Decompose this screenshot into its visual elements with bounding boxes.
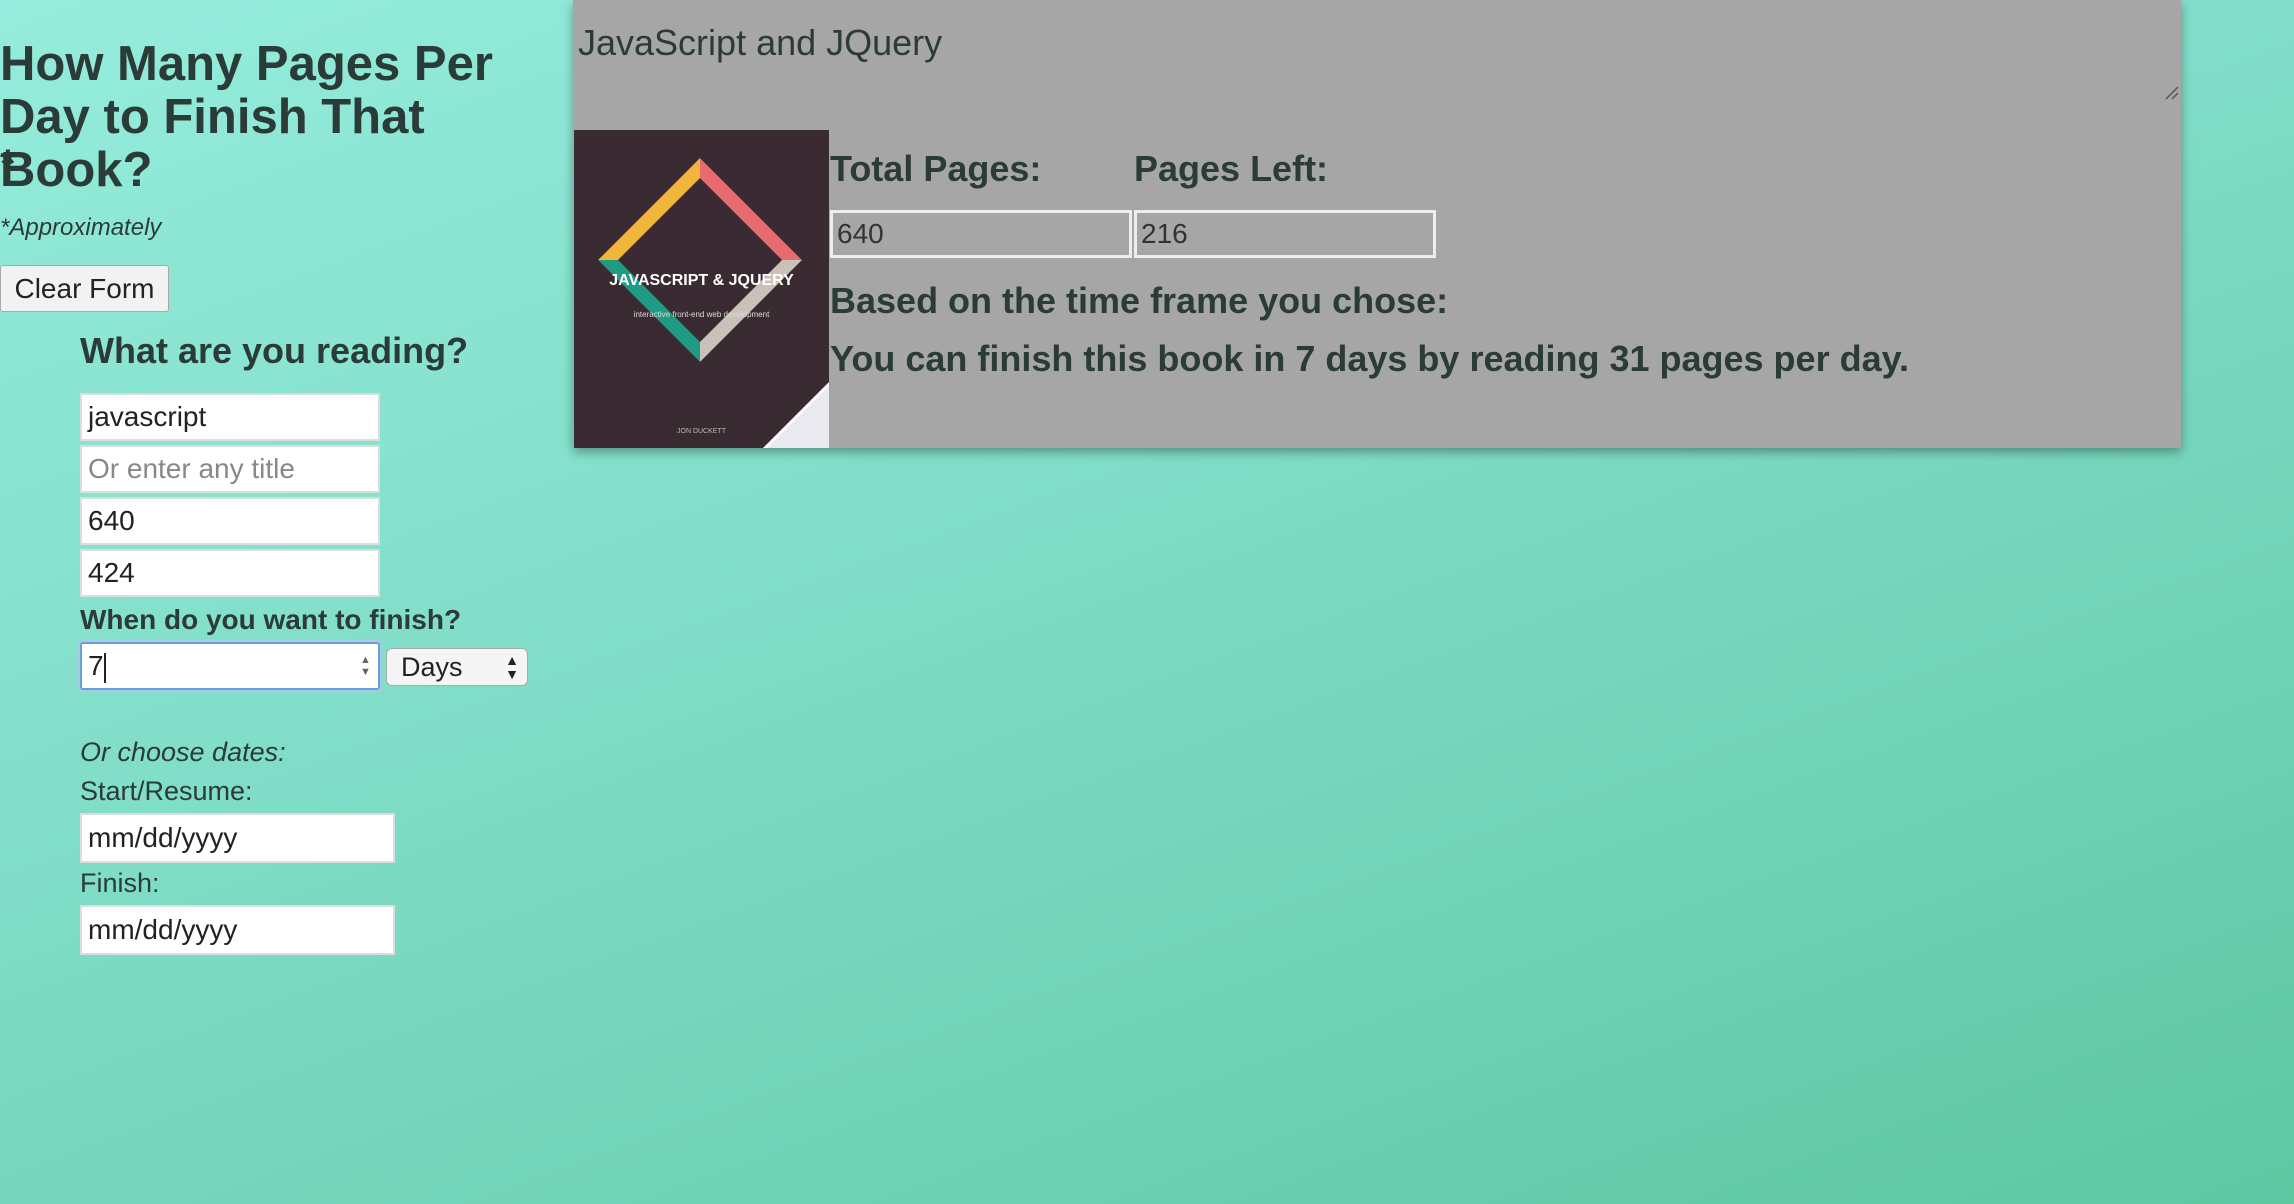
resize-handle-icon[interactable] xyxy=(2163,84,2179,100)
cover-diamond-logo xyxy=(598,158,802,362)
start-date-input[interactable]: mm/dd/yyyy xyxy=(80,813,395,863)
or-choose-dates-label: Or choose dates: xyxy=(80,737,286,767)
pages-read-input[interactable]: 424 xyxy=(80,549,380,597)
page-title: How Many Pages Per Day to Finish That Bo… xyxy=(0,37,493,197)
finish-date-input[interactable]: mm/dd/yyyy xyxy=(80,905,395,955)
page-curl-shadow xyxy=(767,386,829,448)
book-cover-image: JAVASCRIPT & JQUERY interactive front-en… xyxy=(574,130,829,448)
start-date-label: Start/Resume: xyxy=(80,776,253,806)
time-unit-value: Days xyxy=(401,652,463,682)
title-asterisk: * xyxy=(0,142,16,186)
cover-title: JAVASCRIPT & JQUERY xyxy=(609,272,794,289)
spinner-arrows-icon[interactable]: ▲ ▼ xyxy=(360,654,371,680)
pages-left-label: Pages Left: xyxy=(1134,148,1329,189)
text-caret xyxy=(103,652,106,683)
clear-form-button[interactable]: Clear Form xyxy=(0,265,169,312)
finish-date-label: Finish: xyxy=(80,868,160,898)
approximately-note: *Approximately xyxy=(0,214,162,241)
reading-question: What are you reading? xyxy=(80,330,469,371)
total-pages-output: 640 xyxy=(830,210,1132,258)
select-arrows-icon: ▲ ▼ xyxy=(505,652,519,682)
duration-number-input[interactable]: 7 ▲ ▼ xyxy=(78,640,382,692)
result-summary: You can finish this book in 7 days by re… xyxy=(830,338,1909,379)
finish-question: When do you want to finish? xyxy=(80,604,462,635)
result-panel: JavaScript and JQuery JAVASCRIPT & JQUER… xyxy=(573,0,2181,448)
time-unit-select[interactable]: Days ▲ ▼ xyxy=(386,648,528,686)
book-select-input[interactable]: javascript xyxy=(80,393,380,441)
time-frame-heading: Based on the time frame you chose: xyxy=(830,280,1449,321)
total-pages-label: Total Pages: xyxy=(830,148,1042,189)
title-input[interactable]: Or enter any title xyxy=(80,445,380,493)
total-pages-input[interactable]: 640 xyxy=(80,497,380,545)
cover-subtitle: interactive front-end web development xyxy=(633,310,770,319)
duration-value: 7 xyxy=(88,650,104,681)
book-title: JavaScript and JQuery xyxy=(578,22,943,63)
pages-left-output: 216 xyxy=(1134,210,1436,258)
